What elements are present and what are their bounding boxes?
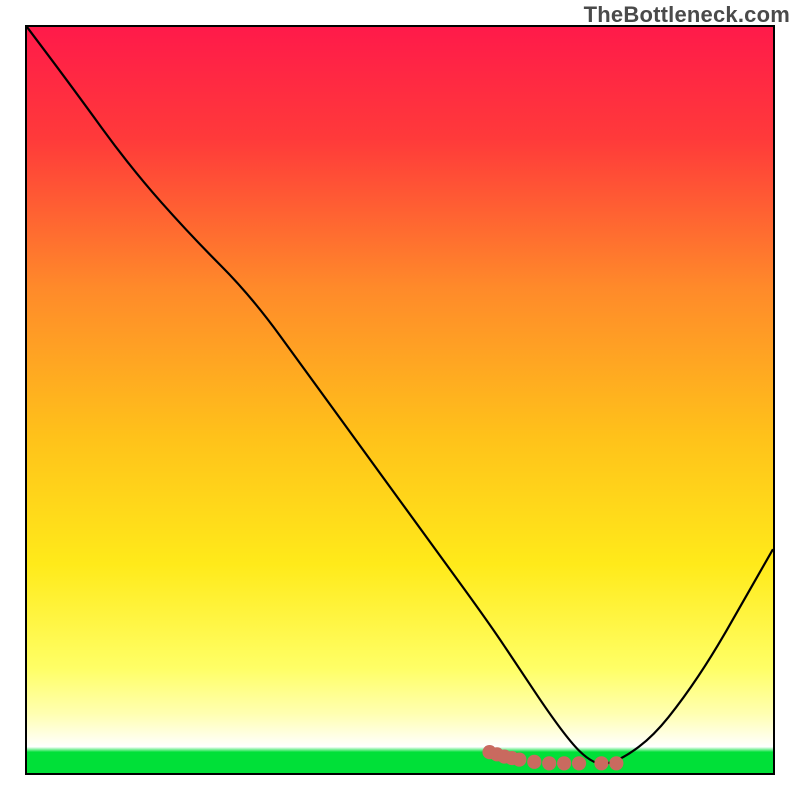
plot-area bbox=[25, 25, 775, 775]
gradient-background bbox=[27, 27, 773, 773]
chart-stage: TheBottleneck.com bbox=[0, 0, 800, 800]
